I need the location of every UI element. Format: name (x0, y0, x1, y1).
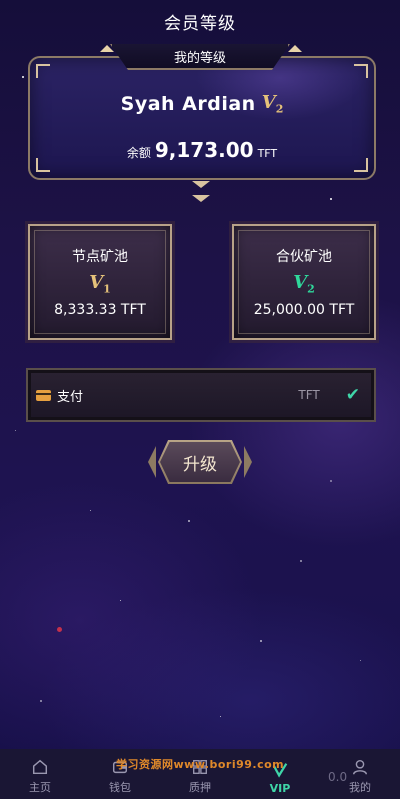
chevron-down-icon (192, 195, 210, 202)
pool-value: 25,000.00 TFT (253, 301, 355, 318)
nav-label: 钱包 (109, 781, 131, 794)
balance-unit: TFT (257, 147, 278, 160)
nav-label: 主页 (29, 781, 51, 794)
page-header: 会员等级 (0, 0, 400, 42)
chevron-down-icon (192, 181, 210, 188)
timer-overlay: 0.0 (328, 770, 348, 784)
payment-label: 支付 (57, 389, 84, 405)
page-title: 会员等级 (164, 13, 236, 34)
upgrade-button[interactable]: 升级 (160, 442, 240, 482)
my-level-tab: 我的等级 (110, 44, 290, 70)
node-pool-card[interactable]: 节点矿池 V1 8,333.33 TFT (28, 224, 172, 340)
partner-pool-card[interactable]: 合伙矿池 V2 25,000.00 TFT (232, 224, 376, 340)
user-icon (352, 759, 368, 775)
payment-unit: TFT (298, 388, 320, 402)
pool-title: 节点矿池 (72, 249, 128, 265)
home-icon (32, 759, 48, 775)
tab-ornament (288, 45, 302, 52)
balance-row: 余额 9,173.00 TFT (28, 138, 376, 162)
balance-label: 余额 (126, 146, 151, 160)
watermark-text: 学习资源网www.bori99.com (116, 758, 285, 771)
card-icon (36, 389, 51, 401)
vip-level-badge: V2 (261, 92, 284, 116)
frame-corner (36, 64, 50, 78)
payment-option[interactable]: 支付 TFT ✔ (26, 368, 376, 422)
upgrade-button-wrapper: 升级 (148, 440, 252, 484)
pool-level-badge: V1 (89, 272, 111, 296)
nav-home[interactable]: 主页 (0, 749, 80, 799)
check-icon: ✔ (345, 385, 360, 405)
user-row: Syah Ardian V2 (28, 92, 376, 116)
balance-value: 9,173.00 (154, 138, 254, 162)
arrow-right-ornament (244, 446, 252, 478)
pool-title: 合伙矿池 (276, 249, 332, 265)
user-name: Syah Ardian (120, 92, 256, 115)
pool-level-badge: V2 (293, 272, 315, 296)
pool-value: 8,333.33 TFT (54, 301, 146, 318)
nav-label: VIP (269, 782, 291, 795)
decor-dot (57, 627, 62, 632)
frame-corner (354, 64, 368, 78)
nav-label: 质押 (189, 781, 211, 794)
nav-label: 我的 (349, 781, 371, 794)
my-level-label: 我的等级 (173, 50, 226, 66)
arrow-left-ornament (148, 446, 156, 478)
